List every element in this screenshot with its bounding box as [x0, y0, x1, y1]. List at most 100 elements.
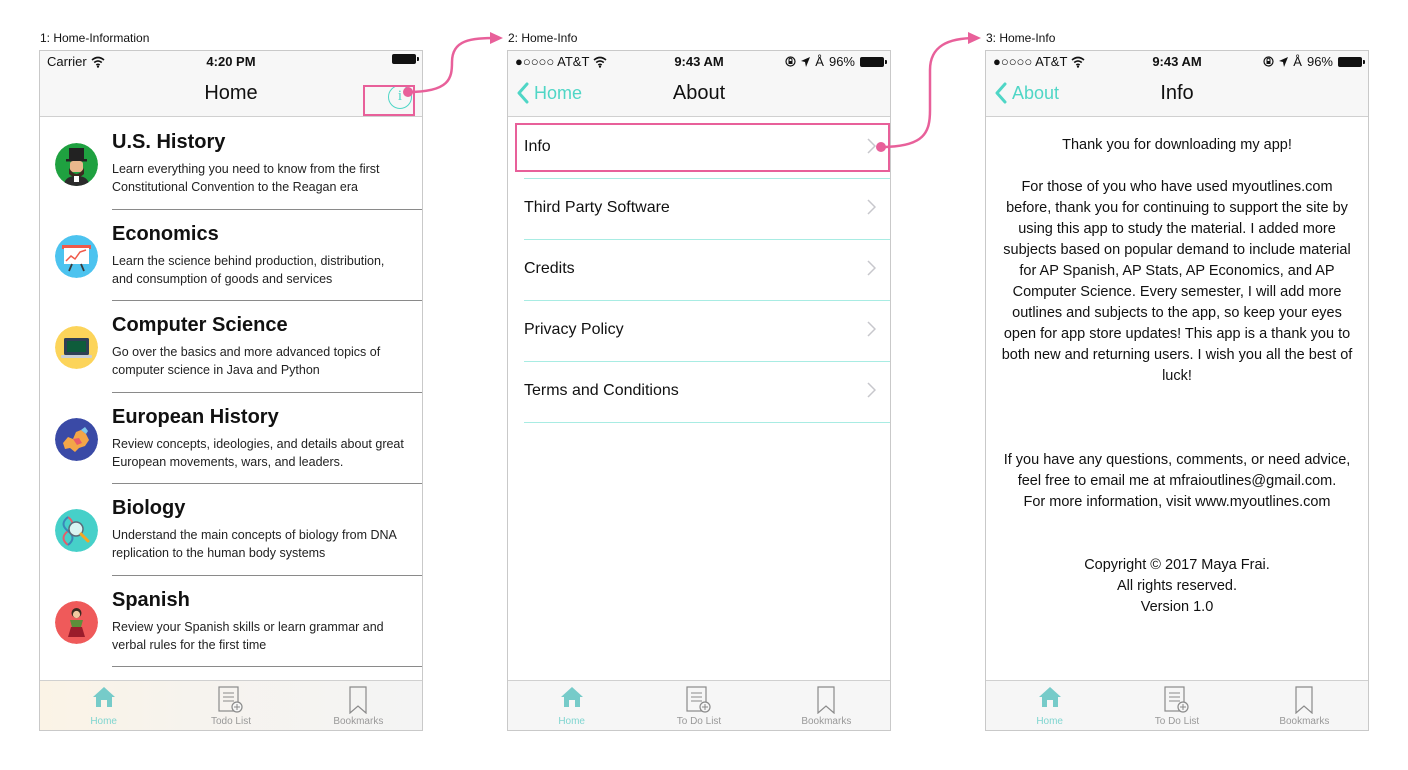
tab-label: Bookmarks: [333, 716, 384, 727]
tab-todo-list[interactable]: To Do List: [635, 681, 762, 730]
subject-title: Biology: [112, 497, 186, 519]
presentation-chart-icon: [55, 234, 98, 278]
tab-bookmarks[interactable]: Bookmarks: [295, 681, 422, 730]
subject-row-economics[interactable]: Economics Learn the science behind produ…: [40, 210, 422, 301]
info-text: Thank you for downloading my app! For th…: [998, 135, 1356, 618]
tab-label: Bookmarks: [801, 716, 852, 727]
battery-icon: [392, 54, 419, 64]
todo-list-icon: [218, 686, 243, 713]
screen-label-1: 1: Home-Information: [40, 31, 150, 45]
menu-item-credits[interactable]: Credits: [508, 240, 890, 301]
chevron-right-icon: [867, 382, 876, 398]
screen-info: ●○○○○ AT&T 9:43 AM Å 96% About Info Than…: [985, 50, 1369, 731]
menu-label: Credits: [524, 260, 575, 277]
tab-home[interactable]: Home: [40, 681, 167, 730]
subject-title: Spanish: [112, 588, 190, 611]
chevron-right-icon: [867, 260, 876, 276]
battery-icon: [860, 56, 887, 67]
subject-row-spanish[interactable]: Spanish Review your Spanish skills or le…: [40, 576, 422, 667]
subject-row-european-history[interactable]: European History Review concepts, ideolo…: [40, 393, 422, 484]
contact-text: If you have any questions, comments, or …: [1003, 452, 1351, 489]
highlight-box: [515, 123, 890, 172]
status-time: 4:20 PM: [206, 54, 256, 69]
more-info-text: For more information, visit www.myoutlin…: [1023, 494, 1331, 510]
tab-bar: Home Todo List Bookmarks: [40, 680, 422, 730]
home-icon: [1038, 687, 1061, 707]
subject-title: Economics: [112, 222, 219, 245]
bookmark-icon: [349, 686, 367, 714]
tab-label: Home: [1036, 716, 1063, 727]
bluetooth-icon: Å: [815, 54, 824, 69]
chevron-right-icon: [867, 321, 876, 337]
chevron-right-icon: [867, 199, 876, 215]
battery-percent: 96%: [828, 54, 855, 69]
status-bar: Carrier 4:20 PM: [40, 51, 422, 73]
tab-label: To Do List: [1154, 716, 1200, 727]
home-icon: [92, 687, 115, 707]
menu-item-terms-and-conditions[interactable]: Terms and Conditions: [508, 362, 890, 423]
tab-home[interactable]: Home: [986, 681, 1113, 730]
tab-label: Todo List: [210, 716, 251, 727]
laptop-icon: [55, 326, 98, 369]
todo-list-icon: [1164, 686, 1189, 713]
screen-about: ●○○○○ AT&T 9:43 AM Å 96% Home About Info…: [507, 50, 891, 731]
screen-label-3: 3: Home-Info: [986, 31, 1056, 45]
todo-list-icon: [686, 686, 711, 713]
subject-list: U.S. History Learn everything you need t…: [40, 118, 422, 667]
status-bar: ●○○○○ AT&T 9:43 AM Å 96%: [508, 51, 890, 73]
subject-description: Review concepts, ideologies, and details…: [112, 436, 404, 469]
screen-label-2: 2: Home-Info: [508, 31, 578, 45]
location-icon: [1279, 56, 1289, 67]
divider: [524, 422, 890, 423]
version-text: Version 1.0: [1140, 599, 1214, 615]
europe-map-icon: [55, 417, 98, 461]
tab-label: Bookmarks: [1279, 716, 1330, 727]
tab-todo-list[interactable]: Todo List: [167, 681, 294, 730]
tab-bookmarks[interactable]: Bookmarks: [763, 681, 890, 730]
subject-description: Review your Spanish skills or learn gram…: [112, 619, 384, 652]
tab-bar: Home To Do List Bookmarks: [986, 680, 1368, 730]
copyright-text: Copyright © 2017 Maya Frai.: [1084, 557, 1270, 573]
rotation-lock-icon: [785, 56, 796, 67]
intro-paragraph: For those of you who have used myoutline…: [1001, 179, 1353, 384]
menu-label: Third Party Software: [524, 199, 670, 216]
subject-row-computer-science[interactable]: Computer Science Go over the basics and …: [40, 301, 422, 393]
battery-icon: [1338, 56, 1365, 67]
tab-label: To Do List: [676, 716, 722, 727]
menu-item-third-party-software[interactable]: Third Party Software: [508, 179, 890, 240]
nav-bar: About Info: [986, 73, 1368, 117]
screen-home: Carrier 4:20 PM Home i U.S. History Lear…: [39, 50, 423, 731]
page-title: Info: [1160, 82, 1194, 104]
subject-row-us-history[interactable]: U.S. History Learn everything you need t…: [40, 118, 422, 210]
tab-bookmarks[interactable]: Bookmarks: [1241, 681, 1368, 730]
rotation-lock-icon: [1263, 56, 1274, 67]
bluetooth-icon: Å: [1293, 54, 1302, 69]
tab-bar: Home To Do List Bookmarks: [508, 680, 890, 730]
subject-title: U.S. History: [112, 131, 226, 153]
connector-2-to-3: [876, 32, 981, 152]
tab-label: Home: [558, 716, 585, 727]
tab-todo-list[interactable]: To Do List: [1113, 681, 1240, 730]
bookmark-icon: [817, 686, 835, 714]
tab-home[interactable]: Home: [508, 681, 635, 730]
thanks-text: Thank you for downloading my app!: [1062, 137, 1292, 153]
bookmark-icon: [1295, 686, 1313, 714]
status-bar: ●○○○○ AT&T 9:43 AM Å 96%: [986, 51, 1368, 73]
battery-percent: 96%: [1306, 54, 1333, 69]
divider: [112, 666, 422, 667]
menu-item-privacy-policy[interactable]: Privacy Policy: [508, 301, 890, 362]
flamenco-dancer-icon: [55, 600, 98, 644]
home-icon: [560, 687, 583, 707]
subject-description: Understand the main concepts of biology …: [112, 528, 397, 560]
menu-label: Privacy Policy: [524, 321, 624, 338]
highlight-box: [363, 85, 415, 116]
tab-label: Home: [90, 716, 117, 727]
subject-title: European History: [112, 405, 279, 428]
rights-text: All rights reserved.: [1116, 578, 1238, 594]
subject-row-biology[interactable]: Biology Understand the main concepts of …: [40, 484, 422, 576]
subject-description: Go over the basics and more advanced top…: [112, 345, 381, 377]
location-icon: [801, 56, 811, 67]
page-title: About: [672, 82, 726, 104]
subject-description: Learn everything you need to know from t…: [112, 162, 380, 194]
subject-title: Computer Science: [112, 314, 288, 336]
